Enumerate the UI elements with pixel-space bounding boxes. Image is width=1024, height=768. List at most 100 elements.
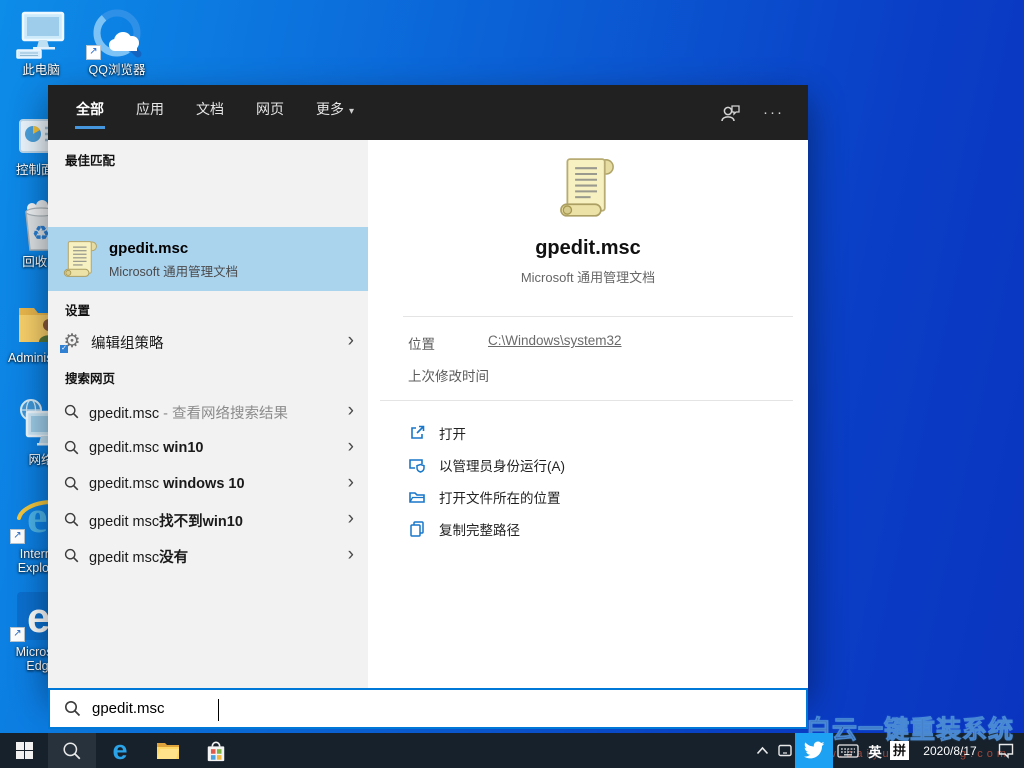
taskbar-search-box[interactable] [48, 688, 808, 729]
web-suggestion-row[interactable]: gpedit.msc windows 10 › [48, 466, 368, 502]
modified-label: 上次修改时间 [408, 365, 489, 385]
web-search-header: 搜索网页 [65, 368, 115, 387]
msc-scroll-icon [62, 238, 100, 280]
chevron-right-icon[interactable]: › [348, 473, 354, 492]
shortcut-arrow-icon: ↗ [86, 45, 101, 60]
action-center-icon [997, 742, 1015, 759]
detail-location-row: 位置 C:\Windows\system32 [408, 333, 788, 353]
action-copy-full-path[interactable]: 复制完整路径 [408, 517, 788, 541]
taskbar-store-button[interactable] [192, 733, 240, 768]
search-icon [64, 440, 80, 456]
web-suggestion-row[interactable]: gpedit.msc - 查看网络搜索结果 › [48, 394, 368, 430]
tab-more-label: 更多 [316, 101, 344, 117]
caret-down-icon: ▾ [349, 106, 354, 117]
search-icon [64, 404, 80, 420]
search-panel-body: 最佳匹配 gpedit.msc Microsoft 通用管理文档 设置 ⚙ ✓ … [48, 140, 808, 688]
search-panel: 全部 应用 文档 网页 更多 ▾ ··· 最佳匹配 [48, 85, 808, 688]
taskbar-clock[interactable]: 2020/8/17 [912, 733, 988, 768]
desktop-icon-qq-browser[interactable]: ↗ QQ浏览器 [84, 8, 150, 77]
action-open-file-location[interactable]: 打开文件所在的位置 [408, 485, 788, 509]
this-pc-icon [8, 8, 74, 60]
taskbar-edge-button[interactable]: e [96, 733, 144, 768]
shortcut-arrow-icon: ↗ [10, 529, 25, 544]
more-options-icon[interactable]: ··· [763, 104, 784, 121]
settings-header: 设置 [65, 300, 90, 319]
tray-app-icon[interactable] [775, 733, 795, 768]
tab-all[interactable]: 全部 [75, 95, 105, 131]
svg-text:e: e [27, 491, 47, 542]
svg-text:e: e [27, 594, 50, 641]
twitter-bird-icon [803, 741, 825, 760]
search-icon [62, 741, 82, 761]
windows-logo-icon [16, 742, 33, 759]
best-match-header: 最佳匹配 [65, 150, 115, 169]
divider [380, 400, 793, 401]
taskbar-content: e [0, 733, 1024, 768]
tab-web[interactable]: 网页 [255, 95, 285, 131]
tab-apps[interactable]: 应用 [135, 95, 165, 131]
taskbar-date: 2020/8/17 [923, 744, 976, 758]
best-match-subtitle: Microsoft 通用管理文档 [109, 261, 238, 280]
taskbar-file-explorer-button[interactable] [144, 733, 192, 768]
shortcut-arrow-icon: ↗ [10, 627, 25, 642]
text-caret [218, 699, 219, 721]
location-label: 位置 [408, 333, 435, 353]
tray-touch-keyboard[interactable] [833, 733, 863, 768]
start-button[interactable] [0, 733, 48, 768]
tab-more[interactable]: 更多 ▾ [315, 95, 355, 131]
search-icon [64, 700, 82, 718]
divider [403, 316, 793, 317]
microsoft-store-icon [205, 739, 227, 763]
desktop-icon-label: QQ浏览器 [84, 63, 150, 77]
detail-modified-row: 上次修改时间 [408, 365, 788, 385]
msc-scroll-icon-large [557, 154, 619, 226]
open-icon [408, 424, 426, 442]
detail-subtitle: Microsoft 通用管理文档 [368, 267, 808, 286]
desktop-icon-this-pc[interactable]: 此电脑 [8, 8, 74, 77]
file-explorer-icon [156, 741, 180, 761]
desktop-icon-label: 此电脑 [8, 63, 74, 77]
copy-icon [408, 520, 426, 538]
taskbar-search-button[interactable] [48, 733, 96, 768]
tab-documents[interactable]: 文档 [195, 95, 225, 131]
best-match-title: gpedit.msc [109, 239, 238, 258]
location-link[interactable]: C:\Windows\system32 [488, 333, 622, 353]
search-input[interactable] [92, 700, 806, 717]
folder-icon [408, 488, 426, 506]
chevron-right-icon[interactable]: › [348, 509, 354, 528]
ime-mode-button[interactable]: 拼 [887, 733, 912, 768]
edge-icon: e [112, 737, 127, 764]
desktop: 此电脑 ↗ QQ浏览器 [0, 0, 1024, 768]
result-best-match-gpedit[interactable]: gpedit.msc Microsoft 通用管理文档 [48, 227, 368, 291]
action-center-button[interactable] [988, 733, 1024, 768]
ime-language-indicator[interactable]: 英 [863, 733, 887, 768]
chevron-up-icon [756, 746, 769, 755]
search-panel-header: 全部 应用 文档 网页 更多 ▾ ··· [48, 85, 808, 140]
detail-title: gpedit.msc [368, 237, 808, 260]
search-results-list: 最佳匹配 gpedit.msc Microsoft 通用管理文档 设置 ⚙ ✓ … [48, 140, 368, 688]
chevron-right-icon[interactable]: › [348, 545, 354, 564]
tray-show-hidden-icons[interactable] [749, 733, 775, 768]
chevron-right-icon[interactable]: › [348, 331, 354, 350]
action-open[interactable]: 打开 [408, 421, 788, 445]
tablet-icon [778, 744, 792, 757]
system-tray: 英 拼 2020/8/17 [749, 733, 1024, 768]
search-icon [64, 548, 80, 564]
web-suggestion-row[interactable]: gpedit msc找不到win10 › [48, 502, 368, 538]
search-icon [64, 512, 80, 528]
check-badge-icon: ✓ [60, 345, 68, 353]
result-edit-group-policy[interactable]: ⚙ ✓ 编辑组策略 › [48, 323, 368, 361]
web-suggestion-row[interactable]: gpedit msc没有 › [48, 538, 368, 574]
action-run-as-admin[interactable]: 以管理员身份运行(A) [408, 453, 788, 477]
result-detail-pane: gpedit.msc Microsoft 通用管理文档 位置 C:\Window… [368, 140, 808, 688]
web-suggestion-row[interactable]: gpedit.msc win10 › [48, 430, 368, 466]
chevron-right-icon[interactable]: › [348, 437, 354, 456]
tray-twitter-button[interactable] [795, 733, 833, 768]
feedback-account-icon[interactable] [719, 102, 741, 124]
ime-pinyin-icon: 拼 [890, 741, 909, 760]
search-icon [64, 476, 80, 492]
settings-item-label: 编辑组策略 [91, 332, 164, 353]
chevron-right-icon[interactable]: › [348, 401, 354, 420]
gear-icon: ⚙ ✓ [61, 331, 83, 353]
keyboard-icon [837, 743, 859, 759]
